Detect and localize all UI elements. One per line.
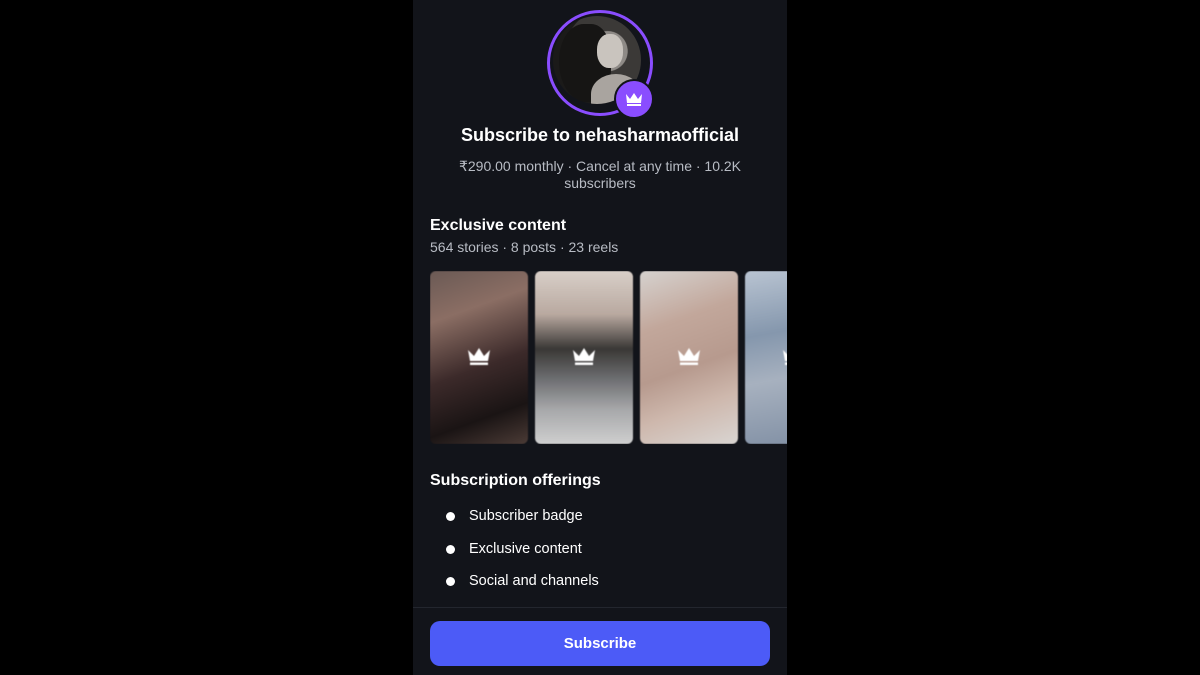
exclusive-content-stats: 564 stories · 8 posts · 23 reels [430,239,619,255]
offering-label: Social and channels [469,573,599,589]
profile-avatar[interactable] [547,10,654,119]
bullet-icon [446,512,455,521]
bullet-icon [446,544,455,554]
divider [413,607,787,608]
content-thumbnail[interactable] [745,271,787,444]
offering-label: Subscriber badge [469,508,583,524]
page-title: Subscribe to nehasharmaofficial [460,125,740,145]
list-item: Subscriber badge [430,504,770,537]
crown-icon [468,348,490,365]
crown-icon [573,348,595,365]
subscribe-button[interactable]: Subscribe [430,621,770,666]
exclusive-content-heading: Exclusive content [430,217,567,234]
content-thumbnail[interactable] [430,271,528,444]
list-item: Exclusive content [430,537,770,570]
exclusive-content-carousel[interactable] [430,271,787,444]
crown-icon [678,348,700,365]
subscription-offerings-heading: Subscription offerings [430,472,601,489]
offering-label: Exclusive content [469,540,582,557]
crown-icon [783,350,787,365]
content-thumbnail[interactable] [640,271,738,444]
offerings-list: Subscriber badge Exclusive content Socia… [430,504,770,602]
bullet-icon [446,577,455,586]
subscription-screen: Subscribe to nehasharmaofficial ₹290.00 … [413,0,787,675]
subscription-details: ₹290.00 monthly · Cancel at any time · 1… [458,158,742,191]
content-thumbnail[interactable] [535,271,633,444]
list-item: Social and channels [430,569,770,602]
crown-badge-icon [614,79,654,119]
